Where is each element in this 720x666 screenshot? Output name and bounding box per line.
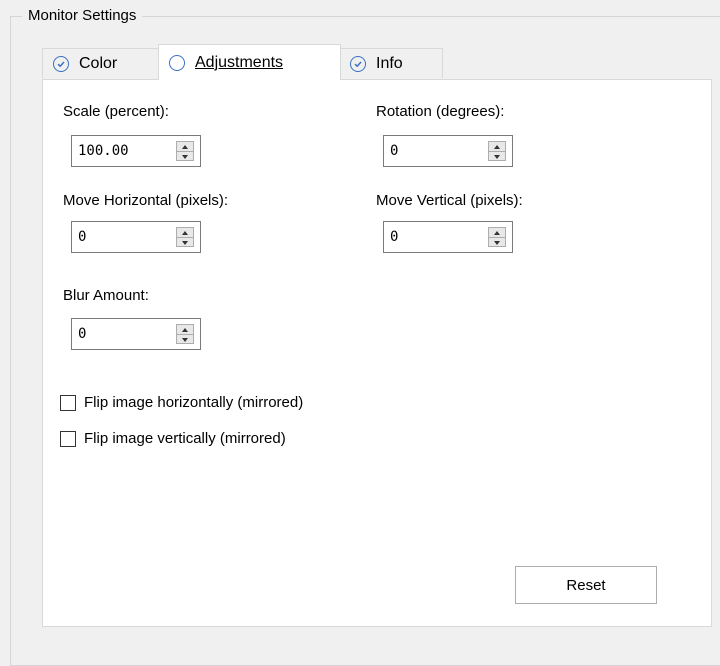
rotation-value: 0 [390,143,399,159]
spin-up-icon[interactable] [177,325,193,335]
tab-adjustments[interactable]: Adjustments [158,44,341,80]
move-horizontal-label: Move Horizontal (pixels): [63,192,229,209]
tab-adjustments-label: Adjustments [195,53,284,71]
flip-vertical-row[interactable]: Flip image vertically (mirrored) [60,430,286,447]
spin-down-icon[interactable] [177,238,193,247]
move-vertical-value: 0 [390,229,399,245]
flip-horizontal-row[interactable]: Flip image horizontally (mirrored) [60,394,303,411]
flip-horizontal-label: Flip image horizontally (mirrored) [84,394,304,411]
check-circle-icon [350,55,366,72]
flip-vertical-label: Flip image vertically (mirrored) [84,430,286,447]
spin-arrows[interactable] [176,324,194,344]
spin-down-icon[interactable] [177,152,193,161]
tab-color[interactable]: Color [42,48,160,78]
blur-value: 0 [78,326,87,342]
blur-label: Blur Amount: [63,287,149,304]
move-horizontal-stepper[interactable]: 0 [71,221,201,253]
move-vertical-stepper[interactable]: 0 [383,221,513,253]
spin-down-icon[interactable] [177,335,193,344]
rotation-label: Rotation (degrees): [376,103,505,120]
move-horizontal-value: 0 [78,229,87,245]
blur-stepper[interactable]: 0 [71,318,201,350]
spin-arrows[interactable] [488,141,506,161]
flip-vertical-checkbox[interactable] [60,430,76,447]
tab-info-label: Info [376,54,403,72]
scale-value: 100.00 [78,143,129,159]
spin-down-icon[interactable] [489,238,505,247]
rotation-stepper[interactable]: 0 [383,135,513,167]
spin-up-icon[interactable] [489,228,505,238]
empty-circle-icon [169,54,185,71]
scale-label: Scale (percent): [63,103,169,120]
tab-color-label: Color [79,54,118,72]
spin-up-icon[interactable] [177,142,193,152]
tab-info[interactable]: Info [339,48,443,78]
spin-arrows[interactable] [176,227,194,247]
move-vertical-label: Move Vertical (pixels): [376,192,523,209]
scale-stepper[interactable]: 100.00 [71,135,201,167]
spin-up-icon[interactable] [177,228,193,238]
group-title: Monitor Settings [22,6,143,26]
spin-arrows[interactable] [488,227,506,247]
check-circle-icon [53,55,69,72]
spin-down-icon[interactable] [489,152,505,161]
spin-arrows[interactable] [176,141,194,161]
adjustments-panel: Scale (percent): 100.00 Rotation (degree… [42,79,712,627]
spin-up-icon[interactable] [489,142,505,152]
reset-button[interactable]: Reset [515,566,657,604]
flip-horizontal-checkbox[interactable] [60,394,76,411]
